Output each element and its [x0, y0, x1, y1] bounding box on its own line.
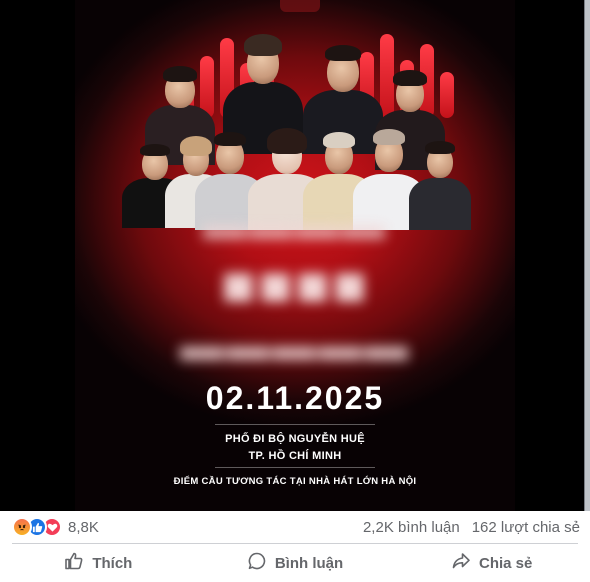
comments-count-link[interactable]: 2,2K bình luận	[363, 519, 460, 536]
post-stats-bar: 8,8K 2,2K bình luận 162 lượt chia sẻ	[0, 511, 590, 543]
poster-artists	[75, 0, 515, 230]
next-media-edge[interactable]	[584, 0, 590, 511]
thumbs-up-icon	[64, 551, 84, 575]
poster-divider	[215, 467, 375, 468]
share-button-label: Chia sẻ	[479, 554, 533, 572]
comment-bubble-icon	[247, 551, 267, 575]
event-secondary-venue: ĐIỂM CẦU TƯƠNG TÁC TẠI NHÀ HÁT LỚN HÀ NỘ…	[173, 476, 417, 487]
comment-button-label: Bình luận	[274, 554, 344, 572]
share-arrow-icon	[451, 551, 471, 575]
event-venue: PHỐ ĐI BỘ NGUYỄN HUỆ	[225, 433, 365, 445]
event-poster[interactable]: ▬▬▬▬ ■■■■ ▬▬▬▬▬ 02.11.2025 PHỐ ĐI BỘ NGU…	[75, 0, 515, 511]
shares-count-link[interactable]: 162 lượt chia sẻ	[472, 519, 580, 536]
comment-button[interactable]: Bình luận	[197, 551, 394, 575]
reaction-count: 8,8K	[68, 518, 99, 536]
angry-icon	[12, 517, 32, 537]
poster-divider	[215, 424, 375, 425]
event-date: 02.11.2025	[205, 380, 385, 416]
post-actions: Thích Bình luận Chia sẻ	[0, 544, 590, 582]
like-button-label: Thích	[92, 554, 133, 572]
post-media[interactable]: ▬▬▬▬ ■■■■ ▬▬▬▬▬ 02.11.2025 PHỐ ĐI BỘ NGU…	[0, 0, 590, 511]
reactions-summary[interactable]: 8,8K	[12, 517, 99, 537]
event-city: TP. HỒ CHÍ MINH	[248, 450, 342, 462]
like-button[interactable]: Thích	[0, 551, 197, 575]
poster-title-blurred: ▬▬▬▬ ■■■■ ▬▬▬▬▬	[180, 200, 410, 370]
share-button[interactable]: Chia sẻ	[393, 551, 590, 575]
